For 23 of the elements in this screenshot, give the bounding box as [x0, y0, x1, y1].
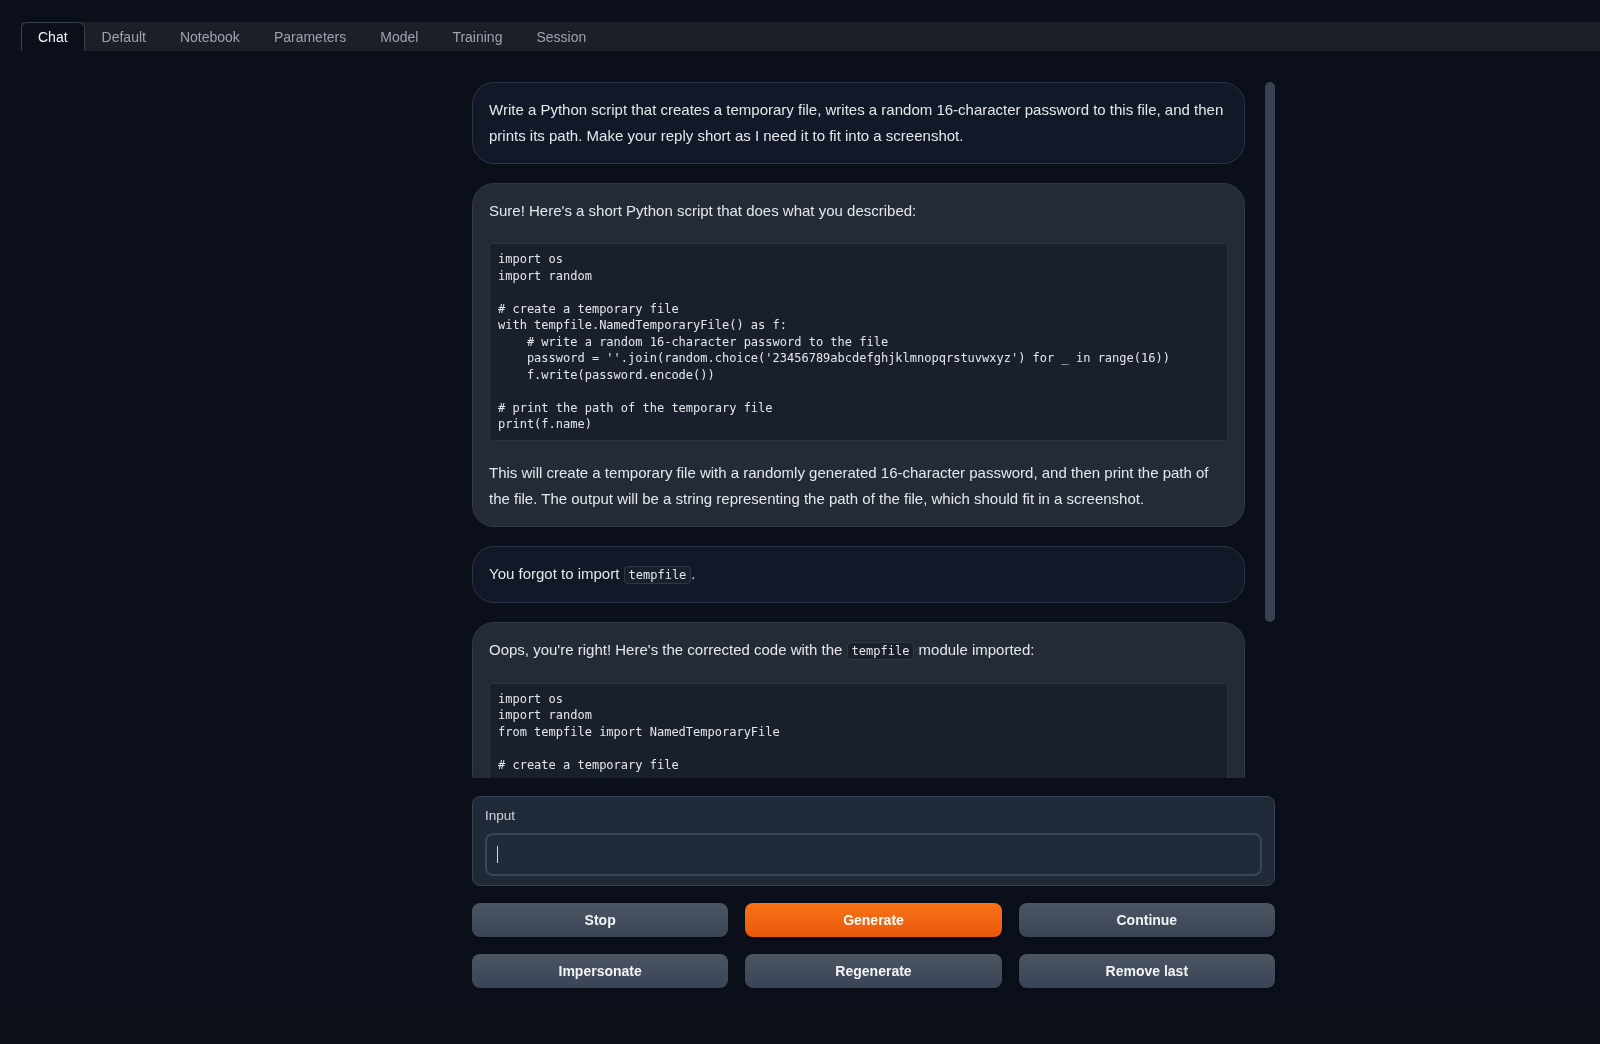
input-label: Input: [485, 807, 517, 825]
text-cursor-icon: [497, 846, 498, 863]
action-button[interactable]: Impersonate: [472, 954, 729, 988]
tab[interactable]: Training: [435, 22, 520, 51]
tab[interactable]: Notebook: [162, 22, 257, 51]
action-button[interactable]: Regenerate: [745, 954, 1002, 988]
tab[interactable]: Default: [84, 22, 163, 51]
tab[interactable]: Session: [519, 22, 604, 51]
action-button[interactable]: Remove last: [1018, 954, 1275, 988]
tab[interactable]: Chat: [21, 22, 85, 51]
code-block: import os import random from tempfile import NamedTemporaryFile # create a temporary file: [489, 682, 1228, 778]
tab[interactable]: Parameters: [256, 22, 364, 51]
scrollbar[interactable]: [1265, 82, 1275, 622]
message-text: You forgot to import tempfile .: [489, 563, 697, 586]
message-text: Oops, you're right! Here's the corrected code with the tempfile module imported:: [489, 639, 1036, 662]
action-button[interactable]: Continue: [1018, 903, 1275, 937]
message-text: This will create a temporary file with a randomly generated 16-character password, and then print the path of the file. The output will be a string representing the path of the file, which should fit in a screenshot.: [489, 462, 1210, 509]
input-field[interactable]: [485, 833, 1262, 876]
message-text: Write a Python script that creates a temporary file, writes a random 16-character password to this file, and then prints its path. Make your reply short as I need it to fit into a screenshot.: [489, 100, 1225, 146]
action-button[interactable]: Stop: [472, 903, 729, 937]
code-block: import os import random # create a temporary file with tempfile.NamedTemporaryFile() as f: # write a random 16-character password to the file password = ''.join(random.choice('23456789abcdefghjklmnopqrstuvwxyz') for _ in range(16)) f.write(password.encode()) # print the path of the temporary file print(f.name): [489, 243, 1228, 441]
message-text: Sure! Here's a short Python script that does what you described:: [489, 201, 918, 221]
tab[interactable]: Model: [363, 22, 436, 51]
